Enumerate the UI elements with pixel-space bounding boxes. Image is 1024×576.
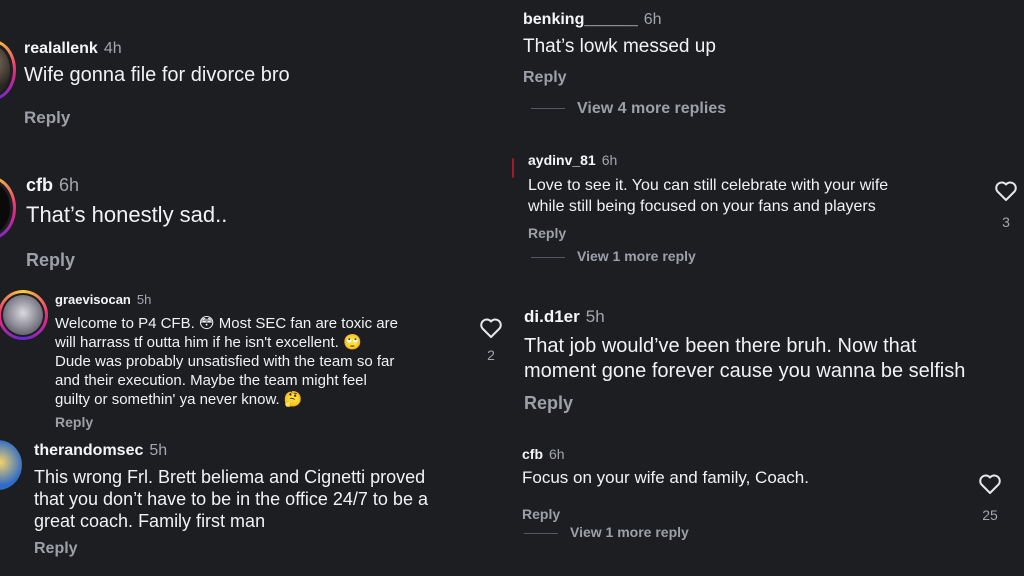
- comment-text: That job would’ve been there bruh. Now t…: [524, 335, 966, 382]
- avatar-story-ring[interactable]: [0, 290, 48, 340]
- username[interactable]: cfb 6h: [26, 175, 79, 196]
- like-count: 3: [1002, 214, 1010, 230]
- username[interactable]: graevisocan 5h: [55, 292, 151, 307]
- reply-button[interactable]: Reply: [34, 540, 78, 558]
- comment-text: That’s honestly sad..: [26, 202, 228, 227]
- username[interactable]: di.d1er 5h: [524, 307, 605, 327]
- reply-button[interactable]: Reply: [522, 506, 560, 522]
- view-more-replies[interactable]: View 4 more replies: [531, 100, 726, 118]
- timestamp: 6h: [549, 446, 565, 462]
- reply-button[interactable]: Reply: [524, 393, 573, 414]
- avatar-edge: [512, 158, 514, 178]
- avatar: [3, 295, 43, 335]
- timestamp: 6h: [59, 175, 80, 195]
- like-count: 2: [487, 347, 495, 363]
- avatar[interactable]: [0, 440, 22, 490]
- reply-button[interactable]: Reply: [523, 69, 567, 87]
- timestamp: 5h: [149, 442, 168, 459]
- avatar-story-ring[interactable]: [0, 176, 16, 240]
- reply-button[interactable]: Reply: [528, 225, 566, 241]
- comment-text: Wife gonna file for divorce bro: [24, 64, 290, 86]
- timestamp: 6h: [601, 152, 618, 168]
- timestamp: 5h: [136, 292, 152, 307]
- timestamp: 6h: [643, 11, 662, 28]
- username[interactable]: benking______ 6h: [523, 11, 662, 29]
- view-more-replies[interactable]: View 1 more reply: [531, 248, 696, 264]
- timestamp: 4h: [103, 40, 122, 57]
- heart-icon[interactable]: [479, 317, 503, 339]
- comment-text: Love to see it. You can still celebrate …: [528, 177, 889, 215]
- username[interactable]: cfb 6h: [522, 446, 565, 462]
- reply-button[interactable]: Reply: [24, 108, 70, 128]
- comment-text: Welcome to P4 CFB. 😳 Most SEC fan are to…: [55, 315, 398, 408]
- comment-text: Focus on your wife and family, Coach.: [522, 468, 809, 487]
- avatar-story-ring[interactable]: [0, 40, 16, 100]
- reply-button[interactable]: Reply: [55, 414, 93, 430]
- timestamp: 5h: [585, 307, 605, 326]
- comments-panel-left: realallenk 4h Wife gonna file for divorce…: [0, 0, 512, 576]
- username[interactable]: aydinv_81 6h: [528, 152, 617, 168]
- reply-button[interactable]: Reply: [26, 250, 75, 271]
- view-more-replies[interactable]: View 1 more reply: [524, 524, 689, 540]
- username[interactable]: therandomsec 5h: [34, 442, 167, 460]
- comments-panel-right: benking______ 6h That’s lowk messed up Re…: [512, 0, 1024, 576]
- username[interactable]: realallenk 4h: [24, 40, 122, 58]
- comment-text: That’s lowk messed up: [523, 36, 716, 57]
- heart-icon[interactable]: [978, 473, 1002, 495]
- heart-icon[interactable]: [994, 180, 1018, 202]
- like-count: 25: [982, 507, 998, 523]
- comment-text: This wrong Frl. Brett beliema and Cignet…: [34, 467, 428, 531]
